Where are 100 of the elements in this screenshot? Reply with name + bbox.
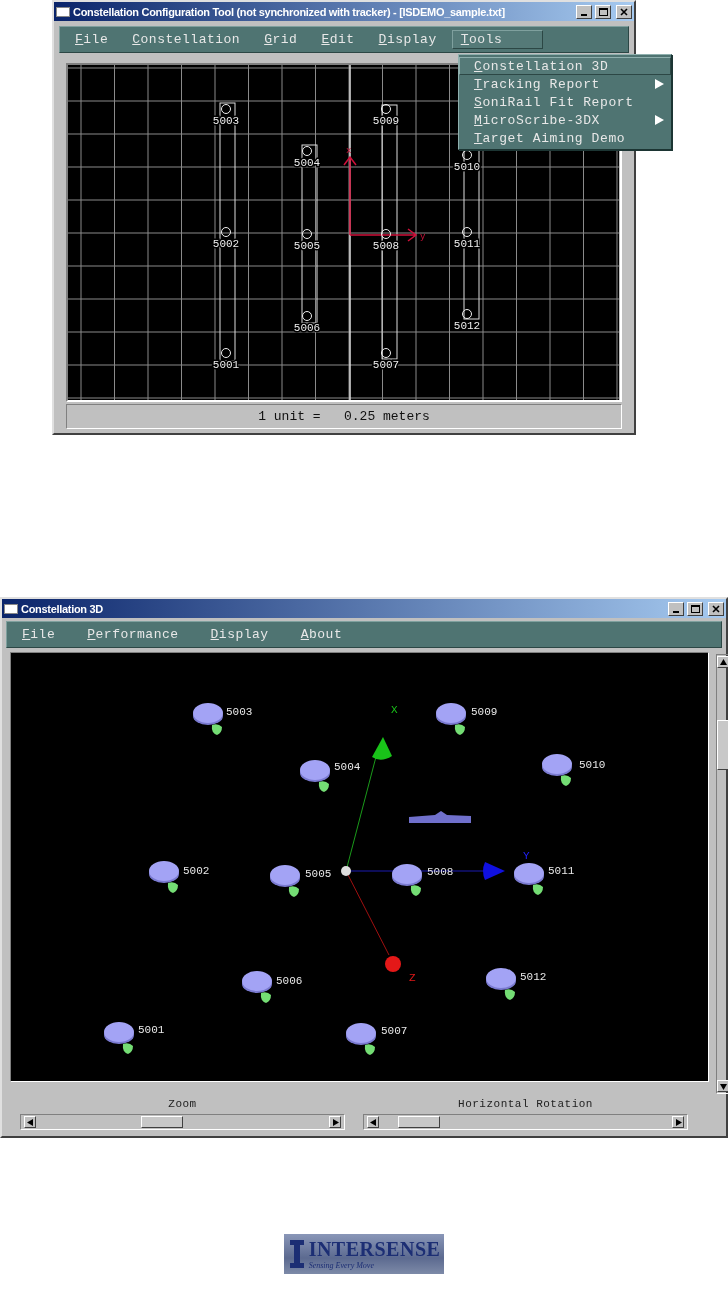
marker-label: 5002 [183,865,210,877]
marker-label: 5010 [453,161,481,173]
sensor-marker-drawing[interactable] [542,754,572,786]
marker-label: 5003 [212,115,240,127]
left-arrow-icon [26,1118,34,1126]
window-title: Constellation 3D [21,602,104,615]
slider-thumb[interactable] [397,1116,440,1128]
minimize-icon [581,13,587,16]
close-button[interactable] [616,4,632,19]
slider-left-button[interactable] [24,1116,36,1128]
menu-item[interactable]: Constellation [123,30,250,49]
sensor-marker-drawing[interactable] [149,861,179,893]
menu-item[interactable]: Grid [255,30,307,49]
sensor-marker-drawing[interactable] [242,971,272,1003]
sensor-marker-drawing[interactable] [193,703,223,735]
marker-icon[interactable] [462,227,472,237]
sensor-marker-drawing[interactable] [270,865,300,897]
dropdown-menu-item[interactable]: SoniRail Fit Report [459,93,671,111]
sensor-marker-drawing[interactable] [104,1022,134,1054]
up-arrow-icon [719,658,727,666]
marker-label: 5010 [579,759,606,771]
slider[interactable] [20,1114,345,1130]
marker-label: 5003 [226,706,253,718]
down-arrow-icon [719,1082,727,1090]
marker-label: 5006 [293,322,321,334]
axis-label: Y [523,850,530,862]
tracker-bar-drawing [409,811,471,823]
marker-icon[interactable] [221,104,231,114]
marker-icon[interactable] [221,227,231,237]
logo-text: INTERSENSE [308,1238,441,1261]
origin-sphere [341,866,351,876]
marker-icon[interactable] [381,348,391,358]
minimize-button[interactable] [668,601,684,616]
sensor-marker-drawing[interactable] [392,864,422,896]
menu-item[interactable]: Tools [451,30,544,49]
marker-icon[interactable] [221,348,231,358]
axis-label: y [420,232,426,242]
menu-item[interactable]: About [291,625,352,644]
dropdown-menu-item[interactable]: Target Aiming Demo [459,129,671,147]
dropdown-menu-item[interactable]: Tracking Report [459,75,671,93]
menu-item[interactable]: File [13,625,65,644]
sensor-marker-drawing[interactable] [486,968,516,1000]
close-button[interactable] [708,601,724,616]
marker-icon[interactable] [302,146,312,156]
scroll-up-button[interactable] [717,656,728,668]
sensor-marker-drawing[interactable] [300,760,330,792]
menu-item[interactable]: Display [201,625,278,644]
maximize-icon [690,604,700,613]
sensor-marker-drawing[interactable] [514,863,544,895]
marker-label: 5011 [453,238,481,250]
menu-item[interactable]: Display [369,30,446,49]
marker-label: 5005 [305,868,332,880]
marker-label: 5011 [548,865,575,877]
maximize-button[interactable] [595,4,611,19]
3d-viewport[interactable]: X Y Z 5003 5009 5004 5010 5002 5005 5008 5011 5006 5012 5001 5007 [11,653,708,1081]
dropdown-menu-item[interactable]: MicroScribe-3DX [459,111,671,129]
slider-left-button[interactable] [367,1116,379,1128]
menu-item[interactable]: File [66,30,118,49]
submenu-arrow-icon [655,79,664,89]
slider-label: Horizontal Rotation [458,1098,593,1110]
slider-thumb[interactable] [141,1116,184,1128]
right-arrow-icon [674,1118,682,1126]
marker-label: 5008 [427,866,454,878]
axis-label: Z [409,972,416,984]
dropdown-menu-item[interactable]: Constellation 3D [459,57,671,75]
scale-status-text: 1 unit = 0.25 meters [258,409,430,424]
logo-emblem-icon [287,1238,306,1270]
maximize-button[interactable] [687,601,703,616]
close-icon [620,7,628,16]
slider-right-button[interactable] [329,1116,341,1128]
minimize-icon [673,610,679,613]
marker-icon[interactable] [302,229,312,239]
left-arrow-icon [369,1118,377,1126]
logo-tagline: Sensing Every Move [308,1261,375,1270]
close-icon [712,604,720,613]
marker-icon[interactable] [462,309,472,319]
menu-item[interactable]: Performance [78,625,188,644]
marker-icon[interactable] [381,229,391,239]
marker-icon[interactable] [302,311,312,321]
menu-item[interactable]: Edit [312,30,364,49]
window-icon [4,603,18,614]
axis-label: X [391,704,398,716]
slider[interactable] [363,1114,688,1130]
marker-label: 5007 [381,1025,408,1037]
marker-label: 5001 [138,1024,165,1036]
marker-label: 5004 [334,761,361,773]
marker-label: 5002 [212,238,240,250]
sensor-marker-drawing[interactable] [436,703,466,735]
marker-label: 5006 [276,975,303,987]
minimize-button[interactable] [576,4,592,19]
marker-label: 5012 [453,320,481,332]
sensor-marker-drawing[interactable] [346,1023,376,1055]
slider-right-button[interactable] [672,1116,684,1128]
window-icon [56,6,70,17]
scrollbar-thumb[interactable] [717,720,728,770]
scroll-down-button[interactable] [717,1080,728,1092]
slider-label: Zoom [168,1098,197,1110]
marker-icon[interactable] [381,104,391,114]
maximize-icon [598,7,608,16]
marker-icon[interactable] [462,150,472,160]
